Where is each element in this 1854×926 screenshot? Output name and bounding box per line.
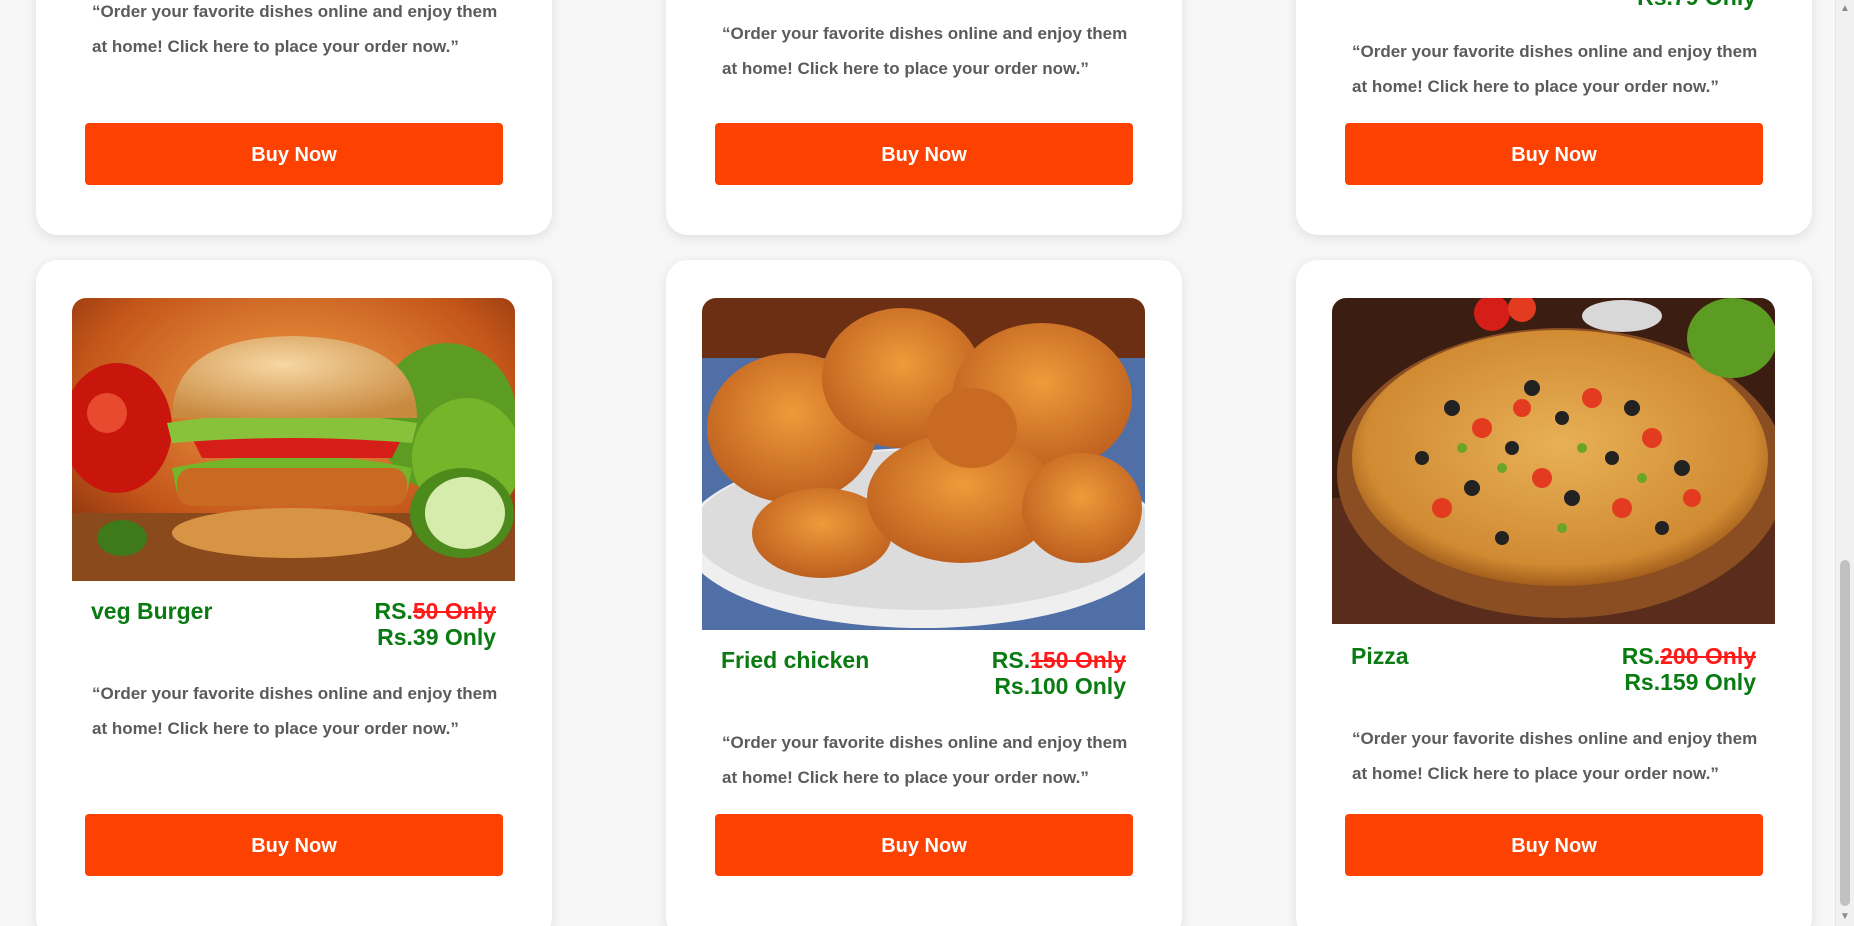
product-description: “Order your favorite dishes online and e… — [722, 24, 1128, 78]
buy-now-button[interactable]: Buy Now — [85, 123, 503, 185]
price-prefix: RS. — [991, 647, 1031, 673]
new-price: Rs.159 Only — [1624, 669, 1756, 695]
fried-chicken-image — [702, 298, 1145, 630]
product-name: Fried chicken — [721, 647, 870, 673]
old-price: 50 Only — [412, 598, 496, 624]
price-prefix: RS. — [374, 598, 413, 624]
new-price: Rs.39 Only — [377, 624, 496, 650]
new-price: Rs.79 Only — [1637, 0, 1756, 10]
product-grid: “Order your favorite dishes online and e… — [0, 0, 1836, 926]
product-description: “Order your favorite dishes online and e… — [92, 684, 498, 738]
triangle-down-icon[interactable]: ▼ — [1840, 912, 1850, 922]
product-description: “Order your favorite dishes online and e… — [722, 733, 1128, 787]
product-name: Pizza — [1351, 643, 1409, 669]
product-description: “Order your favorite dishes online and e… — [92, 2, 498, 56]
product-price: RS.50 Only Rs.39 Only — [375, 598, 496, 650]
product-description: “Order your favorite dishes online and e… — [1352, 42, 1758, 96]
product-card-fried-chicken: Fried chicken RS.150 Only Rs.100 Only “O… — [666, 260, 1182, 926]
product-name: veg Burger — [91, 598, 213, 624]
product-card-pizza: Pizza RS.200 Only Rs.159 Only “Order you… — [1296, 260, 1812, 926]
vertical-scrollbar[interactable]: ▲ ▼ — [1835, 0, 1854, 926]
product-card: “Order your favorite dishes online and e… — [36, 0, 552, 235]
product-price: RS.150 Only Rs.100 Only — [992, 647, 1126, 699]
old-price: 150 Only — [1030, 647, 1126, 673]
product-price: Rs.79 Only — [1637, 0, 1756, 10]
product-card-veg-burger: veg Burger RS.50 Only Rs.39 Only “Order … — [36, 260, 552, 926]
buy-now-button[interactable]: Buy Now — [715, 123, 1133, 185]
triangle-up-icon[interactable]: ▲ — [1840, 4, 1850, 14]
buy-now-button[interactable]: Buy Now — [85, 814, 503, 876]
scroll-thumb[interactable] — [1840, 560, 1850, 906]
product-price: RS.200 Only Rs.159 Only — [1622, 643, 1756, 695]
price-prefix: RS. — [1621, 643, 1661, 669]
product-card: Rs.79 Only “Order your favorite dishes o… — [1296, 0, 1812, 235]
new-price: Rs.100 Only — [994, 673, 1126, 699]
product-description: “Order your favorite dishes online and e… — [1352, 729, 1758, 783]
old-price: 200 Only — [1660, 643, 1756, 669]
product-card: “Order your favorite dishes online and e… — [666, 0, 1182, 235]
burger-image — [72, 298, 515, 581]
buy-now-button[interactable]: Buy Now — [715, 814, 1133, 876]
buy-now-button[interactable]: Buy Now — [1345, 814, 1763, 876]
pizza-image — [1332, 298, 1775, 624]
buy-now-button[interactable]: Buy Now — [1345, 123, 1763, 185]
